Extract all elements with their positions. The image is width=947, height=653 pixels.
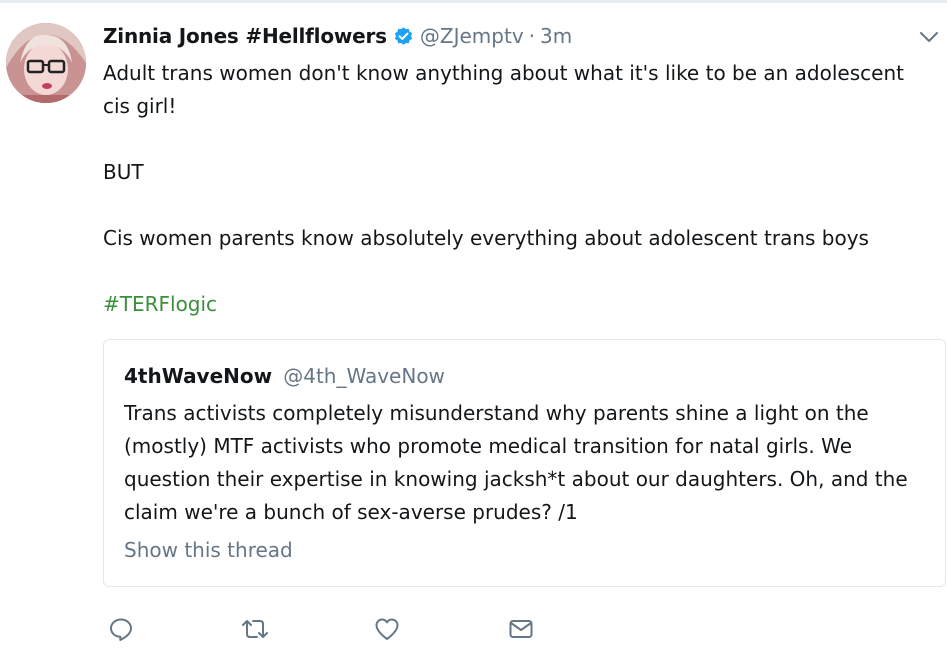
avatar[interactable] — [6, 23, 86, 103]
tweet-text-line: Adult trans women don't know anything ab… — [103, 61, 904, 118]
quoted-author-name: 4thWaveNow — [124, 364, 273, 388]
quoted-author-handle: @4th_WaveNow — [283, 364, 445, 388]
avatar-image — [6, 23, 86, 103]
reply-icon — [110, 618, 132, 641]
show-thread-link[interactable]: Show this thread — [124, 538, 293, 562]
retweet-button[interactable] — [240, 614, 270, 644]
author-name[interactable]: Zinnia Jones #Hellflowers — [103, 24, 387, 48]
hashtag-link[interactable]: #TERFlogic — [103, 292, 217, 316]
tweet-actions — [106, 614, 546, 644]
verified-badge-icon — [393, 26, 414, 47]
like-icon — [375, 618, 399, 640]
header-separator: · — [528, 24, 536, 48]
tweet-text-line — [103, 189, 933, 222]
top-divider — [0, 0, 947, 3]
reply-button[interactable] — [106, 614, 136, 644]
like-button[interactable] — [372, 614, 402, 644]
tweet-timestamp[interactable]: 3m — [540, 24, 572, 48]
more-options-chevron-down-icon[interactable] — [918, 26, 940, 48]
tweet-text: Adult trans women don't know anything ab… — [103, 57, 933, 321]
quoted-tweet-text: Trans activists completely misunderstand… — [124, 401, 908, 524]
tweet-text-line: Cis women parents know absolutely everyt… — [103, 226, 869, 250]
quoted-tweet-header: 4thWaveNow @4th_WaveNow — [124, 364, 445, 388]
author-handle[interactable]: @ZJemptv — [420, 24, 524, 48]
tweet-text-line — [103, 123, 933, 156]
tweet-text-line — [103, 255, 933, 288]
quoted-tweet-card[interactable]: 4thWaveNow @4th_WaveNow Trans activists … — [103, 339, 946, 587]
tweet-header: Zinnia Jones #Hellflowers @ZJemptv · 3m — [103, 21, 572, 51]
direct-message-button[interactable] — [506, 614, 536, 644]
retweet-icon — [242, 620, 268, 638]
tweet-text-line: BUT — [103, 160, 144, 184]
direct-message-icon — [509, 620, 533, 638]
